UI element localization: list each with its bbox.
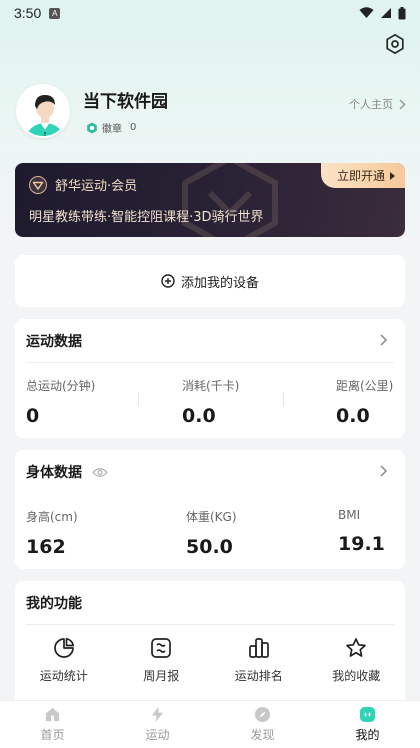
chevron-right-icon[interactable] xyxy=(379,465,389,477)
divider xyxy=(26,362,394,363)
badge-row[interactable]: 徽章 0 xyxy=(86,120,136,135)
divider xyxy=(283,392,284,406)
home-icon xyxy=(45,707,60,722)
function-label: 周月报 xyxy=(143,669,180,683)
settings-icon[interactable] xyxy=(384,33,406,55)
function-label: 运动统计 xyxy=(39,669,88,683)
badge-label: 徽章 xyxy=(102,124,122,135)
vip-banner[interactable]: 舒华运动·会员 明星教练带练·智能控阻课程·3D骑行世界 立即开通 xyxy=(15,163,405,237)
badge-icon xyxy=(87,122,97,133)
divider xyxy=(26,624,394,625)
status-icons xyxy=(359,6,406,20)
badge-count: 0 xyxy=(130,122,137,133)
function-my-favorites[interactable]: 我的收藏 xyxy=(308,637,406,684)
stat-calories: 消耗(千卡) 0.0 xyxy=(182,377,239,427)
vip-open-label: 立即开通 xyxy=(336,169,385,183)
function-exercise-stats[interactable]: 运动统计 xyxy=(15,637,113,684)
notification-icon: A xyxy=(49,7,61,19)
stat-value: 0.0 xyxy=(336,405,370,427)
chevron-right-icon xyxy=(399,98,406,110)
compass-icon xyxy=(254,706,271,723)
stat-label: 体重(KG) xyxy=(186,510,237,524)
stat-label: 距离(公里) xyxy=(336,379,394,393)
tab-label: 运动 xyxy=(145,728,170,742)
add-device-label: 添加我的设备 xyxy=(180,275,259,291)
functions-title: 我的功能 xyxy=(26,593,82,613)
play-arrow-icon xyxy=(390,171,395,180)
body-data-title-text: 身体数据 xyxy=(26,465,82,481)
sport-data-title-text: 运动数据 xyxy=(26,334,82,350)
functions-title-text: 我的功能 xyxy=(26,596,82,612)
function-grid: 运动统计 周月报 运动排名 我的收藏 xyxy=(15,637,405,684)
stat-value: 19.1 xyxy=(338,533,385,555)
vip-title-row: 舒华运动·会员 xyxy=(29,175,137,194)
add-device-button[interactable]: 添加我的设备 xyxy=(15,255,405,307)
star-icon xyxy=(346,638,367,657)
status-bar: 3:50 A xyxy=(0,0,420,26)
signal-icon xyxy=(381,8,391,18)
stat-value: 50.0 xyxy=(186,536,233,558)
divider xyxy=(138,392,139,406)
tab-home[interactable]: 首页 xyxy=(0,701,105,748)
homepage-link[interactable]: 个人主页 xyxy=(349,96,406,112)
eye-icon[interactable] xyxy=(92,467,108,478)
function-weekly-monthly-report[interactable]: 周月报 xyxy=(113,637,211,684)
stat-label: 总运动(分钟) xyxy=(26,379,96,393)
stat-height: 身高(cm) 162 xyxy=(26,508,78,558)
profile-icon xyxy=(359,706,376,723)
battery-icon xyxy=(398,6,406,19)
wifi-icon xyxy=(359,7,374,18)
stat-distance: 距离(公里) 0.0 xyxy=(336,377,393,427)
chevron-right-icon[interactable] xyxy=(379,334,389,346)
tab-discover[interactable]: 发现 xyxy=(210,701,315,748)
bottom-tab-bar: 首页 运动 发现 我的 xyxy=(0,700,420,748)
avatar-illustration xyxy=(18,86,68,136)
stat-bmi: BMI 19.1 xyxy=(338,508,385,555)
function-label: 运动排名 xyxy=(234,669,283,683)
my-functions-card: 我的功能 运动统计 周月报 运动排名 我的收藏 xyxy=(15,581,405,711)
function-exercise-ranking[interactable]: 运动排名 xyxy=(210,637,308,684)
stat-label: 消耗(千卡) xyxy=(182,379,240,393)
body-data-card[interactable]: 身体数据 身高(cm) 162 体重(KG) 50.0 BMI 19.1 xyxy=(15,450,405,569)
pie-chart-icon xyxy=(53,637,74,658)
vip-decoration-icon xyxy=(182,163,278,237)
tab-mine[interactable]: 我的 xyxy=(315,701,420,748)
report-icon xyxy=(151,638,172,658)
vip-title: 舒华运动·会员 xyxy=(55,179,138,194)
stat-weight: 体重(KG) 50.0 xyxy=(186,508,237,558)
tab-label: 发现 xyxy=(250,728,275,742)
tab-sport[interactable]: 运动 xyxy=(105,701,210,748)
username: 当下软件园 xyxy=(83,92,168,112)
ranking-icon xyxy=(248,638,269,658)
stat-total-exercise: 总运动(分钟) 0 xyxy=(26,377,95,427)
vip-subtitle: 明星教练带练·智能控阻课程·3D骑行世界 xyxy=(29,210,264,225)
sport-data-card[interactable]: 运动数据 总运动(分钟) 0 消耗(千卡) 0.0 距离(公里) 0.0 xyxy=(15,319,405,438)
add-circle-icon xyxy=(161,274,175,288)
status-time: 3:50 xyxy=(14,5,42,21)
tab-label: 首页 xyxy=(40,728,65,742)
stat-value: 0.0 xyxy=(182,405,216,427)
sport-data-title: 运动数据 xyxy=(26,331,82,351)
tab-label: 我的 xyxy=(355,728,380,742)
profile-section: 当下软件园 徽章 0 个人主页 xyxy=(16,84,406,140)
avatar[interactable] xyxy=(16,84,70,138)
stat-value: 0 xyxy=(26,405,40,427)
stat-label: BMI xyxy=(338,508,361,522)
stat-value: 162 xyxy=(26,536,66,558)
vip-logo-icon xyxy=(29,175,47,194)
function-label: 我的收藏 xyxy=(332,669,381,683)
homepage-link-label: 个人主页 xyxy=(349,98,393,111)
stat-label: 身高(cm) xyxy=(26,510,78,524)
vip-open-button[interactable]: 立即开通 xyxy=(320,163,405,188)
lightning-icon xyxy=(151,706,164,723)
body-data-title: 身体数据 xyxy=(26,462,108,482)
